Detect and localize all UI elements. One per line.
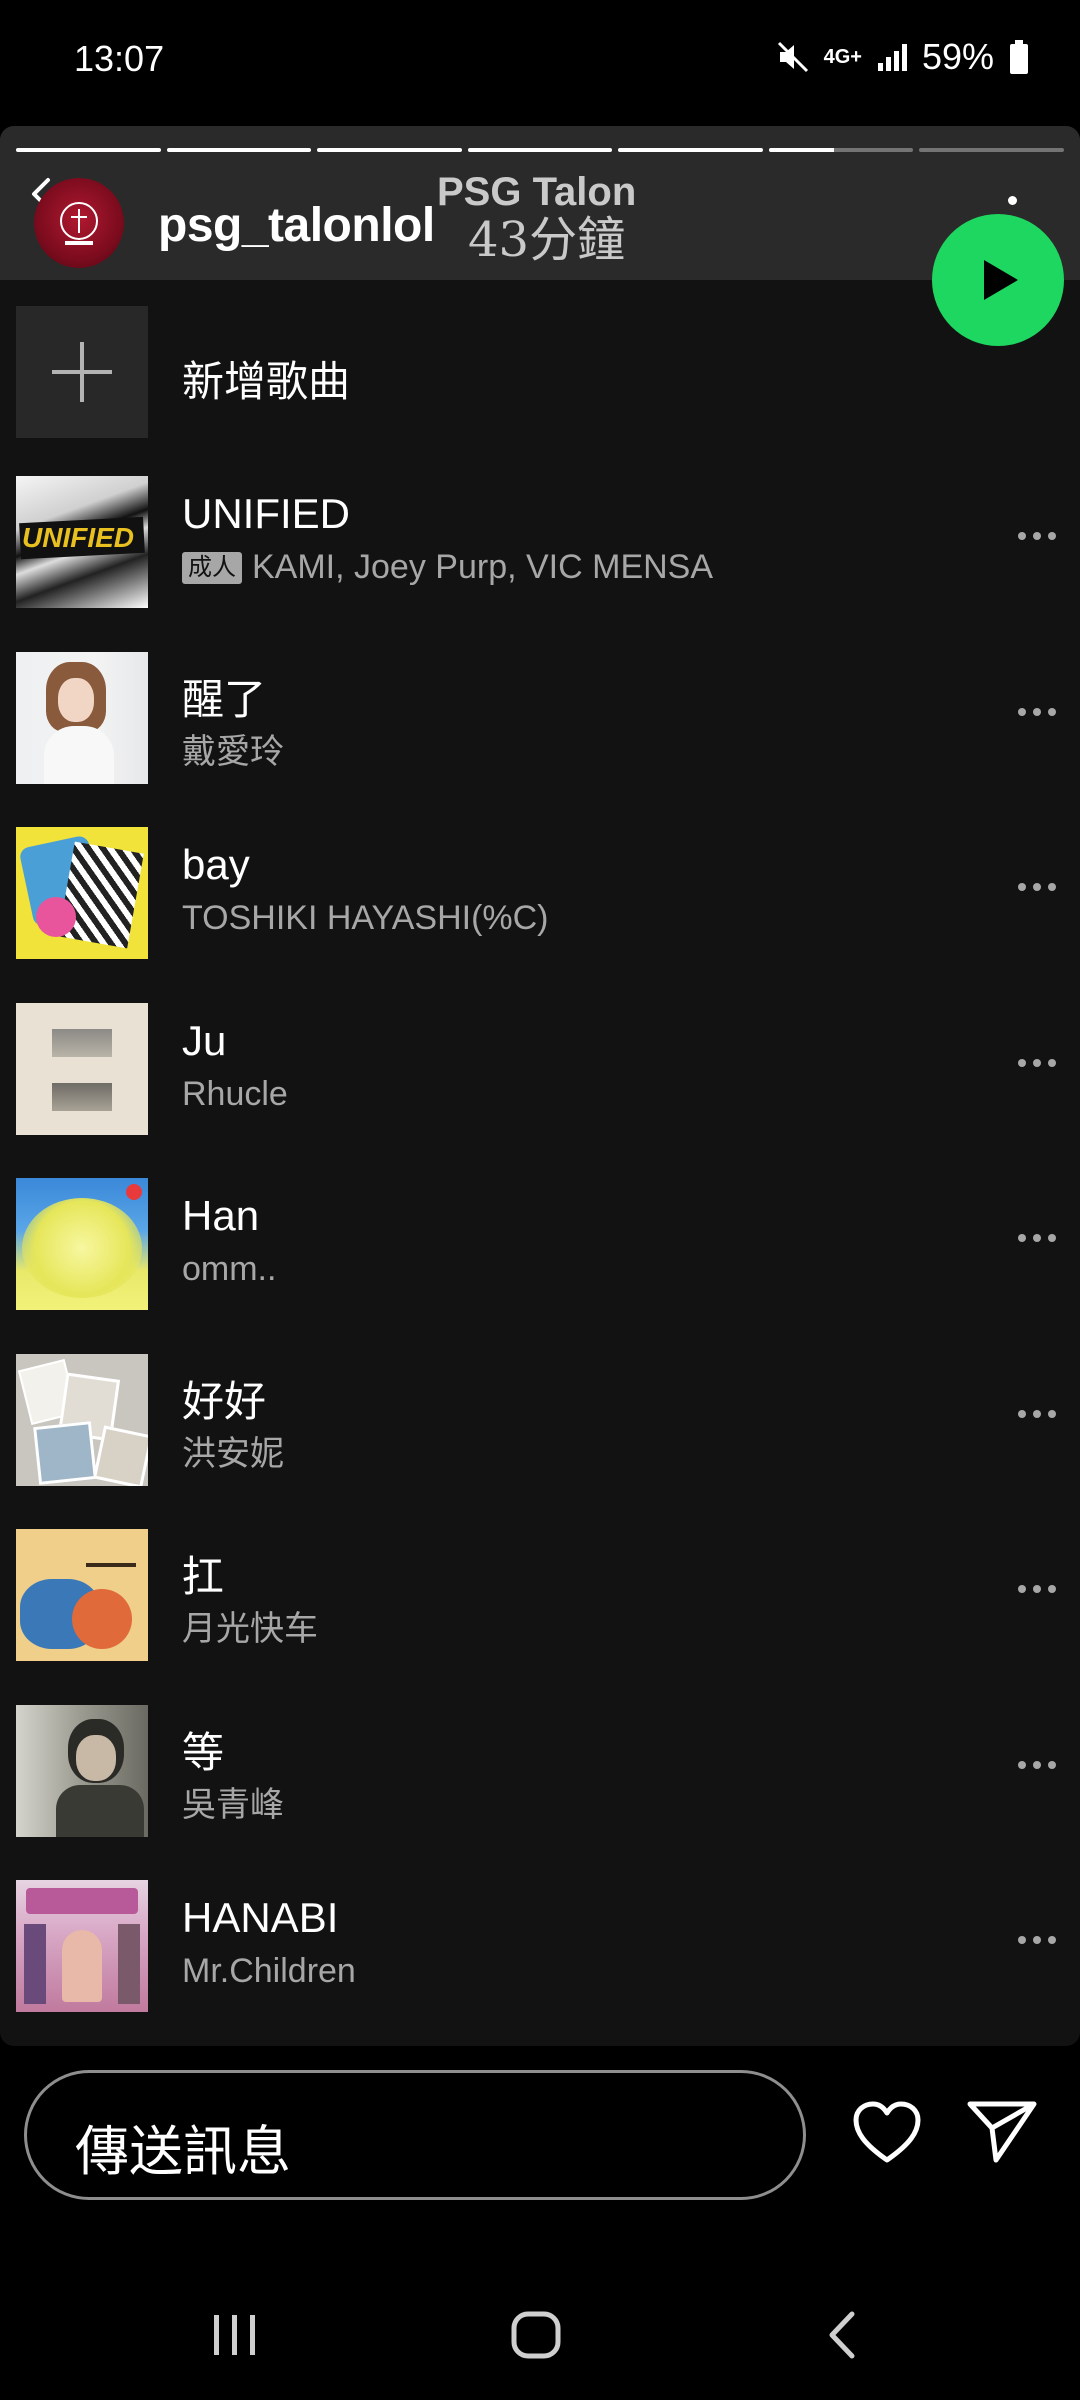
track-title: 等 (182, 1728, 225, 1776)
story-card[interactable]: psg_talonlol PSG Talon 43分鐘 新增歌曲 UNIFIED… (0, 126, 1080, 2046)
album-cover-text: UNIFIED (22, 522, 134, 553)
story-progress-segment (317, 148, 462, 152)
album-cover (16, 1704, 148, 1837)
track-title: HANABI (182, 1894, 339, 1941)
story-progress-segment (166, 148, 312, 152)
system-nav-bar (0, 2270, 1080, 2400)
plus-icon (16, 306, 148, 438)
home-icon[interactable] (510, 2310, 562, 2360)
track-row[interactable]: HANABI Mr.Children (0, 1880, 1080, 2046)
track-more-icon[interactable] (1018, 1936, 1056, 1944)
track-row[interactable]: 好好 洪安妮 (0, 1353, 1080, 1530)
recent-apps-icon[interactable] (210, 2312, 260, 2358)
track-title: 扛 (182, 1553, 225, 1600)
track-more-icon[interactable] (1018, 1409, 1056, 1418)
track-title: 醒了 (182, 675, 267, 723)
track-more-icon[interactable] (1018, 883, 1056, 891)
track-row[interactable]: 醒了 戴愛玲 (0, 651, 1080, 828)
battery-icon (1010, 40, 1028, 74)
track-row[interactable]: 扛 月光快车 (0, 1529, 1080, 1705)
track-more-icon[interactable] (1018, 1585, 1056, 1593)
track-artist: 戴愛玲 (182, 732, 284, 771)
add-song-label: 新增歌曲 (182, 358, 351, 405)
track-artist: TOSHIKI HAYASHI(%C) (182, 899, 549, 937)
track-title: 好好 (182, 1377, 267, 1425)
track-list: UNIFIED UNIFIED 成人 KAMI, Joey Purp, VIC … (0, 476, 1080, 2046)
play-icon (984, 260, 1018, 300)
track-row[interactable]: Han omm.. (0, 1178, 1080, 1354)
track-artist: 月光快车 (182, 1610, 318, 1648)
playlist-duration: 43分鐘 (468, 212, 626, 268)
track-more-icon[interactable] (1018, 1234, 1056, 1242)
track-artist: 洪安妮 (182, 1434, 284, 1473)
story-progress-segment (618, 148, 763, 152)
signal-icon (877, 44, 907, 71)
album-cover (16, 1529, 148, 1661)
track-artist-line: 成人 KAMI, Joey Purp, VIC MENSA (182, 548, 713, 587)
psg-esports-logo-icon (60, 202, 98, 245)
track-title: bay (182, 841, 250, 888)
track-artist: Mr.Children (182, 1952, 356, 1990)
add-song-row[interactable]: 新增歌曲 (16, 306, 1016, 438)
avatar[interactable] (34, 178, 124, 268)
status-time: 13:07 (74, 38, 165, 79)
track-more-icon[interactable] (1018, 1760, 1056, 1769)
track-row[interactable]: Ju Rhucle (0, 1002, 1080, 1179)
heart-icon[interactable] (852, 2100, 922, 2164)
story-progress-segment (919, 148, 1065, 152)
message-input[interactable]: 傳送訊息 (24, 2070, 806, 2200)
track-title: UNIFIED (182, 490, 350, 537)
story-progress-segment (768, 148, 914, 152)
track-artist: omm.. (182, 1250, 277, 1288)
track-more-icon[interactable] (1018, 707, 1056, 716)
track-title: Ju (182, 1016, 227, 1064)
message-placeholder: 傳送訊息 (75, 2120, 291, 2183)
track-title: Han (182, 1192, 260, 1239)
album-cover (16, 651, 148, 784)
username[interactable]: psg_talonlol (158, 198, 435, 253)
track-more-icon[interactable] (1018, 1058, 1056, 1067)
album-cover (16, 1880, 148, 2012)
album-cover (16, 1353, 148, 1486)
network-type: 4G+ (823, 45, 862, 68)
status-bar: 13:07 4G+ 59% (0, 0, 1080, 120)
battery-percent: 59% (921, 36, 994, 77)
track-row[interactable]: UNIFIED UNIFIED 成人 KAMI, Joey Purp, VIC … (0, 476, 1080, 652)
story-progress-segment (467, 148, 613, 152)
album-cover: UNIFIED (16, 476, 148, 608)
track-more-icon[interactable] (1018, 532, 1056, 540)
album-cover (16, 1178, 148, 1310)
track-artist: 吳青峰 (182, 1785, 284, 1824)
track-row[interactable]: 等 吳青峰 (0, 1704, 1080, 1881)
track-row[interactable]: bay TOSHIKI HAYASHI(%C) (0, 827, 1080, 1003)
send-icon[interactable] (966, 2098, 1038, 2164)
story-progress (16, 148, 1065, 152)
status-icons: 4G+ 59% (776, 36, 1030, 78)
explicit-badge: 成人 (182, 551, 242, 584)
back-icon[interactable] (822, 2310, 862, 2360)
album-cover (16, 1002, 148, 1135)
mute-icon (777, 41, 808, 73)
story-progress-segment (16, 148, 161, 152)
story-header: psg_talonlol PSG Talon 43分鐘 (0, 126, 1080, 280)
track-artist: Rhucle (182, 1074, 288, 1113)
album-cover (16, 827, 148, 959)
track-artist: KAMI, Joey Purp, VIC MENSA (252, 548, 714, 586)
